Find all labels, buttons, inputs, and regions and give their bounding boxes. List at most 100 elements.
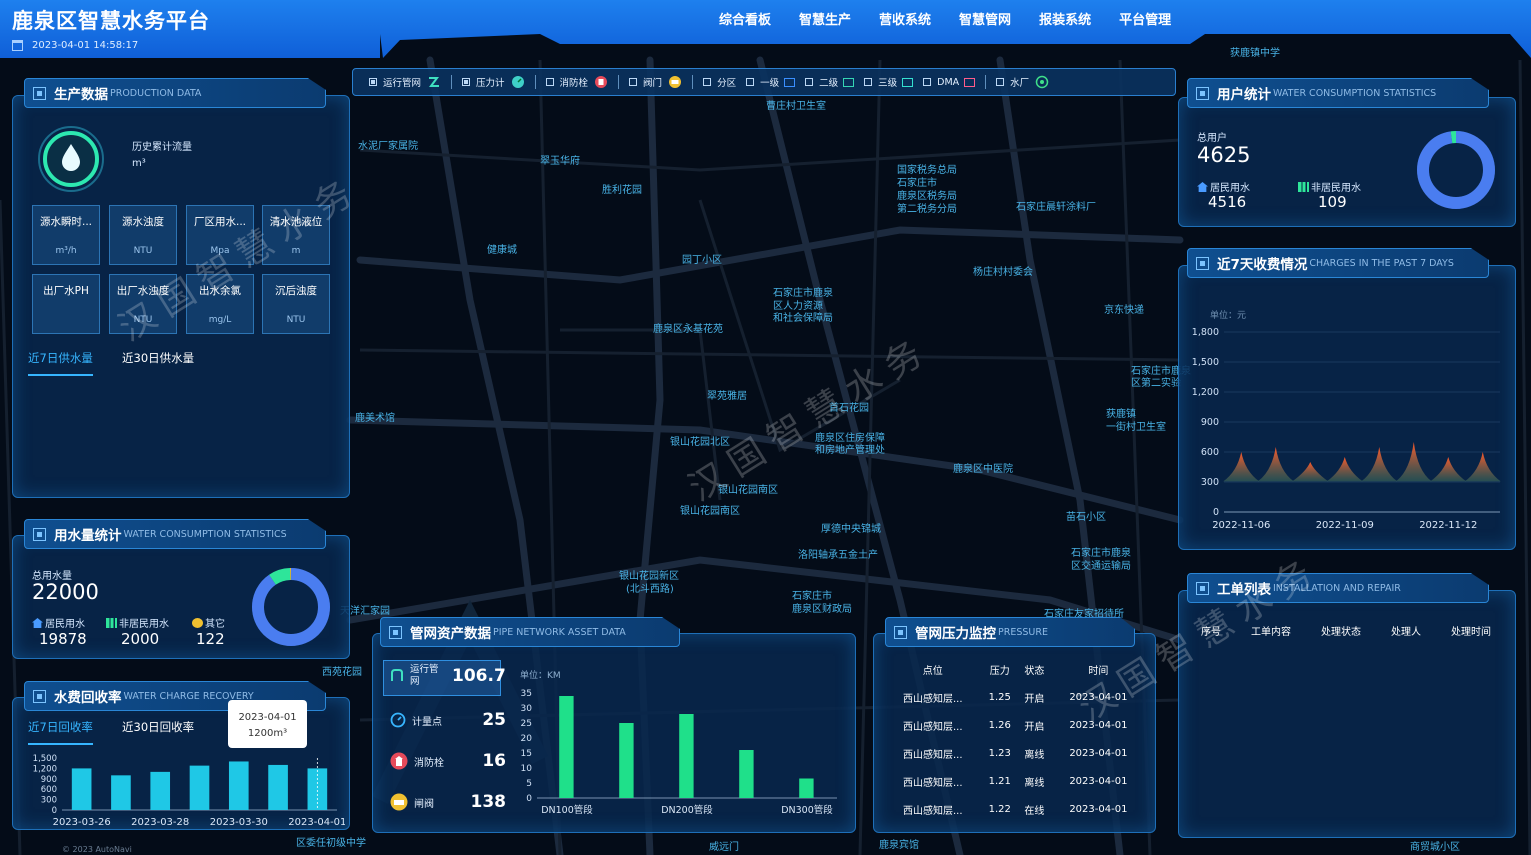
tile-label: 源水瞬时... — [39, 216, 92, 228]
table-row[interactable]: 西山感知层... 1.22 在线 2023-04-01 — [884, 795, 1146, 823]
checkbox[interactable] — [805, 78, 814, 86]
nonresident-users-label: 非居民用水 — [1298, 179, 1361, 194]
table-cell: 西山感知层... — [902, 777, 963, 789]
layer-hydrant[interactable]: 消防栓 — [545, 75, 609, 89]
level1-legend-icon — [784, 77, 796, 87]
nav-production[interactable]: 智慧生产 — [799, 9, 851, 28]
area-spike[interactable] — [1464, 452, 1501, 482]
table-row[interactable]: 西山感知层... 1.23 离线 2023-04-01 — [884, 739, 1146, 767]
table-cell: 在线 — [1024, 805, 1045, 817]
checkbox[interactable] — [746, 78, 755, 86]
main-nav: 综合看板 智慧生产 营收系统 智慧管网 报装系统 平台管理 — [719, 9, 1199, 28]
production-metric-tile[interactable]: 出厂水浊度 NTU — [109, 274, 177, 334]
users-donut — [1417, 131, 1495, 209]
map-label: 首石花园 — [829, 403, 869, 414]
area-spike[interactable] — [1292, 462, 1329, 482]
pressure-table: 点位 压力 状态 时间 西山感知层... 1.25 开启 2023-04-01 西山感知… — [884, 655, 1146, 823]
production-metric-tile[interactable]: 厂区用水... Mpa — [186, 205, 254, 265]
checkbox[interactable] — [462, 78, 471, 86]
layer-level2[interactable]: 二级 — [805, 75, 855, 89]
bar[interactable] — [228, 761, 249, 810]
layer-dma[interactable]: DMA — [923, 77, 976, 88]
bar[interactable] — [189, 765, 210, 810]
production-metric-tile[interactable]: 源水瞬时... m³/h — [32, 205, 100, 265]
hydrant-icon — [390, 752, 408, 770]
col-status: 状态 — [1024, 665, 1045, 677]
nav-platform-admin[interactable]: 平台管理 — [1119, 9, 1171, 28]
assets-title: 管网资产数据 PIPE NETWORK ASSET DATA — [380, 617, 680, 647]
tile-label: 源水浊度 — [122, 216, 164, 228]
total-users-label: 总用户 — [1197, 133, 1227, 144]
house-icon — [1197, 182, 1208, 192]
bar[interactable] — [111, 775, 131, 810]
production-metric-tile[interactable]: 源水浊度 NTU — [109, 205, 177, 265]
checkbox[interactable] — [629, 78, 638, 86]
y-tick-label: 0 — [52, 806, 57, 816]
production-metric-tile[interactable]: 沉后浊度 NTU — [262, 274, 330, 334]
bar[interactable] — [268, 764, 288, 810]
table-cell: 1.23 — [988, 747, 1011, 759]
table-cell: 2023-04-01 — [1069, 747, 1128, 759]
level2-legend-icon — [843, 77, 855, 87]
table-row[interactable]: 西山感知层... 1.25 开启 2023-04-01 — [884, 683, 1146, 711]
bar[interactable] — [71, 768, 92, 810]
pressure-title: 管网压力监控 PRESSURE — [885, 617, 1135, 647]
tab-30day-supply[interactable]: 近30日供水量 — [122, 350, 194, 366]
history-flow-label: 历史累计流量 — [132, 142, 192, 153]
production-metric-tile[interactable]: 出水余氯 mg/L — [186, 274, 254, 334]
layer-zone[interactable]: 分区 — [703, 75, 736, 89]
tab-7day-recovery[interactable]: 近7日回收率 — [28, 719, 93, 745]
tile-unit: NTU — [133, 315, 153, 325]
area-spike[interactable] — [1430, 457, 1467, 482]
x-tick-label: 2023-03-30 — [210, 817, 268, 828]
map-label: 洛阳轴承五金土产 — [798, 550, 878, 561]
area-spike[interactable] — [1395, 442, 1432, 482]
checkbox[interactable] — [369, 78, 377, 86]
checkbox[interactable] — [996, 78, 1005, 86]
bar[interactable] — [679, 714, 694, 798]
tab-7day-supply[interactable]: 近7日供水量 — [28, 350, 93, 376]
bar[interactable] — [619, 723, 634, 798]
production-metric-tile[interactable]: 出厂水PH — [32, 274, 100, 334]
map-label: 第二税务分局 — [897, 204, 957, 215]
checkbox[interactable] — [923, 78, 932, 86]
checkbox[interactable] — [864, 78, 873, 86]
map-label: 银山花园南区 — [718, 485, 778, 496]
production-metric-tile[interactable]: 清水池液位 m — [262, 205, 330, 265]
map-label: 一街村卫生室 — [1106, 422, 1166, 433]
checkbox[interactable] — [545, 78, 554, 86]
table-cell: 1.26 — [988, 719, 1011, 731]
map-label: © 2023 AutoNavi — [62, 845, 132, 854]
tile-unit: NTU — [133, 246, 153, 256]
map-label: 威远门 — [709, 842, 739, 853]
nav-installation[interactable]: 报装系统 — [1039, 9, 1091, 28]
total-water-value: 22000 — [32, 580, 99, 604]
tile-unit: Mpa — [210, 246, 230, 256]
checkbox[interactable] — [703, 78, 712, 86]
area-spike[interactable] — [1326, 457, 1363, 482]
map-label: 苗石小区 — [1066, 512, 1106, 523]
chart-unit-label: 单位：KM — [520, 669, 561, 681]
y-tick-label: 300 — [41, 796, 57, 806]
table-row[interactable]: 西山感知层... 1.21 离线 2023-04-01 — [884, 767, 1146, 795]
bar[interactable] — [559, 696, 574, 798]
map-layer-toolbar: 运行管网 压力计 消防栓 阀门 分区 一级 二级 三级 DMA 水厂 — [352, 68, 1176, 96]
bar[interactable] — [150, 771, 171, 810]
layer-level1[interactable]: 一级 — [746, 75, 796, 89]
nonresident-water-value: 2000 — [121, 630, 160, 648]
table-row[interactable]: 西山感知层... 1.26 开启 2023-04-01 — [884, 711, 1146, 739]
layer-valve[interactable]: 阀门 — [629, 75, 682, 89]
header: 鹿泉区智慧水务平台 2023-04-01 14:58:17 综合看板 智慧生产 … — [0, 0, 1531, 58]
area-spike[interactable] — [1223, 452, 1260, 482]
bar[interactable] — [799, 778, 814, 799]
bar[interactable] — [739, 750, 754, 798]
tab-30day-recovery[interactable]: 近30日回收率 — [122, 719, 194, 735]
layer-pipe-network[interactable]: 运行管网 — [369, 75, 441, 89]
nav-pipe-network[interactable]: 智慧管网 — [959, 9, 1011, 28]
layer-water-plant[interactable]: 水厂 — [996, 75, 1049, 89]
layer-level3[interactable]: 三级 — [864, 75, 914, 89]
nav-revenue[interactable]: 营收系统 — [879, 9, 931, 28]
y-tick-label: 1,800 — [1192, 327, 1219, 338]
layer-pressure-gauge[interactable]: 压力计 — [462, 75, 525, 89]
nav-dashboard[interactable]: 综合看板 — [719, 9, 771, 28]
